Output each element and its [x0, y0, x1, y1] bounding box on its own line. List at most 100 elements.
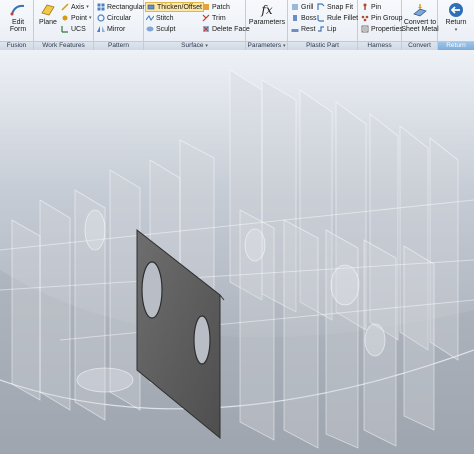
- rest-button[interactable]: Rest: [291, 25, 315, 33]
- delete-face-icon: [203, 26, 209, 32]
- return-caret-icon: ▾: [454, 27, 458, 33]
- panel-title-return: Return: [438, 41, 474, 50]
- convert-sheet-metal-icon: [413, 4, 427, 17]
- assembly-view: [0, 69, 474, 454]
- grill-label: Grill: [301, 3, 314, 11]
- plate-edge: [219, 294, 225, 301]
- stitch-label: Stitch: [156, 14, 174, 22]
- trim-label: Trim: [212, 14, 226, 22]
- parameters-dropdown-icon[interactable]: ▾: [283, 43, 286, 49]
- point-caret-icon: ▾: [88, 15, 92, 21]
- snap-fit-label: Snap Fit: [327, 3, 354, 11]
- mirror-icon: [97, 26, 105, 32]
- panel-surface: Thicken/Offset Stitch Sculpt Patch Trim …: [144, 0, 250, 50]
- convert-to-sheet-metal-button[interactable]: Convert to Sheet Metal: [401, 2, 439, 33]
- edit-form-icon: [10, 4, 25, 16]
- surface-title-label: Surface: [181, 42, 204, 49]
- plane-button[interactable]: Plane: [37, 2, 59, 26]
- return-label: Return: [445, 19, 467, 26]
- delete-face-label: Delete Face: [212, 25, 250, 33]
- point-button[interactable]: Point ▾: [61, 14, 91, 22]
- patch-button[interactable]: Patch: [202, 3, 230, 11]
- panel-convert: Convert to Sheet Metal Convert: [401, 0, 439, 50]
- lip-label: Lip: [327, 25, 337, 33]
- plate-hole-large: [141, 261, 163, 319]
- panel-pattern: Rectangular Circular Mirror Pattern: [94, 0, 145, 50]
- grill-button[interactable]: Grill: [291, 3, 313, 11]
- ucs-button[interactable]: UCS: [61, 25, 86, 33]
- pin-group-button[interactable]: Pin Group: [361, 14, 403, 22]
- panel-plastic-part: Grill Boss Rest Snap Fit Rule Fillet Lip…: [288, 0, 358, 50]
- point-label: Point: [71, 14, 87, 22]
- ghost-hole: [76, 367, 134, 393]
- parameters-button[interactable]: fx Parameters: [249, 2, 285, 26]
- plane-icon: [41, 4, 55, 16]
- rectangular-button[interactable]: Rectangular: [97, 3, 145, 11]
- panel-title-convert: Convert: [402, 41, 437, 50]
- properties-button[interactable]: Properties: [361, 25, 403, 33]
- rib: [283, 219, 319, 449]
- stitch-icon: [146, 15, 154, 21]
- rule-fillet-label: Rule Fillet: [327, 14, 359, 22]
- convert-to-sheet-metal-label: Convert to Sheet Metal: [401, 19, 439, 33]
- parameters-title-label: Parameters: [247, 42, 282, 49]
- panel-fusion: Edit Form Fusion: [0, 0, 34, 50]
- fx-icon: fx: [261, 3, 273, 17]
- properties-icon: [361, 25, 369, 33]
- panel-title-parameters: Parameters ▾: [246, 41, 287, 50]
- pin-group-label: Pin Group: [371, 14, 403, 22]
- snap-fit-icon: [317, 3, 325, 10]
- delete-face-button[interactable]: Delete Face: [202, 25, 250, 33]
- patch-label: Patch: [212, 3, 230, 11]
- ghost-hole: [364, 323, 386, 357]
- trim-button[interactable]: Trim: [202, 14, 226, 22]
- properties-label: Properties: [371, 25, 403, 33]
- panel-title-fusion: Fusion: [0, 41, 33, 50]
- pin-label: Pin: [371, 3, 382, 11]
- edit-form-label: Edit Form: [9, 19, 27, 33]
- rule-fillet-icon: [317, 15, 324, 22]
- stitch-button[interactable]: Stitch: [146, 14, 174, 22]
- panel-title-surface: Surface ▾: [144, 41, 245, 50]
- ghost-hole: [330, 264, 360, 306]
- thicken-offset-button[interactable]: Thicken/Offset: [145, 2, 205, 12]
- rule-fillet-button[interactable]: Rule Fillet: [317, 14, 358, 22]
- edit-form-button[interactable]: Edit Form: [6, 2, 30, 33]
- return-button[interactable]: Return ▾: [441, 2, 471, 34]
- rest-label: Rest: [301, 25, 316, 33]
- boss-label: Boss: [301, 14, 317, 22]
- pin-group-icon: [361, 15, 369, 22]
- ucs-icon: [61, 26, 68, 33]
- lip-icon: [318, 26, 324, 32]
- mirror-button[interactable]: Mirror: [97, 25, 125, 33]
- graphics-viewport[interactable]: [0, 50, 474, 454]
- axis-caret-icon: ▾: [86, 4, 89, 10]
- ghost-hole: [84, 209, 106, 251]
- surface-dropdown-icon[interactable]: ▾: [205, 43, 208, 49]
- circular-button[interactable]: Circular: [97, 14, 131, 22]
- panel-parameters: fx Parameters Parameters ▾: [246, 0, 288, 50]
- patch-icon: [203, 4, 209, 10]
- sculpt-icon: [146, 26, 154, 32]
- snap-fit-button[interactable]: Snap Fit: [317, 3, 353, 11]
- rest-icon: [291, 29, 299, 32]
- rib: [325, 229, 359, 449]
- return-arrow-icon: [449, 3, 463, 17]
- sculpt-label: Sculpt: [156, 25, 176, 33]
- pin-button[interactable]: Pin: [361, 3, 381, 11]
- rib: [403, 245, 435, 431]
- lip-button[interactable]: Lip: [317, 25, 336, 33]
- thicken-offset-icon: [147, 4, 155, 10]
- ucs-label: UCS: [71, 25, 86, 33]
- ghost-hole: [244, 228, 266, 262]
- panel-harness: Pin Pin Group Properties Harness: [358, 0, 403, 50]
- plate-hole-small: [193, 315, 211, 365]
- boss-icon: [293, 15, 297, 21]
- sculpt-button[interactable]: Sculpt: [146, 25, 175, 33]
- boss-button[interactable]: Boss: [291, 14, 317, 22]
- axis-button[interactable]: Axis ▾: [61, 3, 89, 11]
- ribbon: Edit Form Fusion Plane Axis ▾ Point ▾ UCS …: [0, 0, 474, 50]
- trim-icon: [202, 14, 210, 22]
- circular-pattern-icon: [97, 14, 105, 22]
- axis-label: Axis: [71, 3, 85, 11]
